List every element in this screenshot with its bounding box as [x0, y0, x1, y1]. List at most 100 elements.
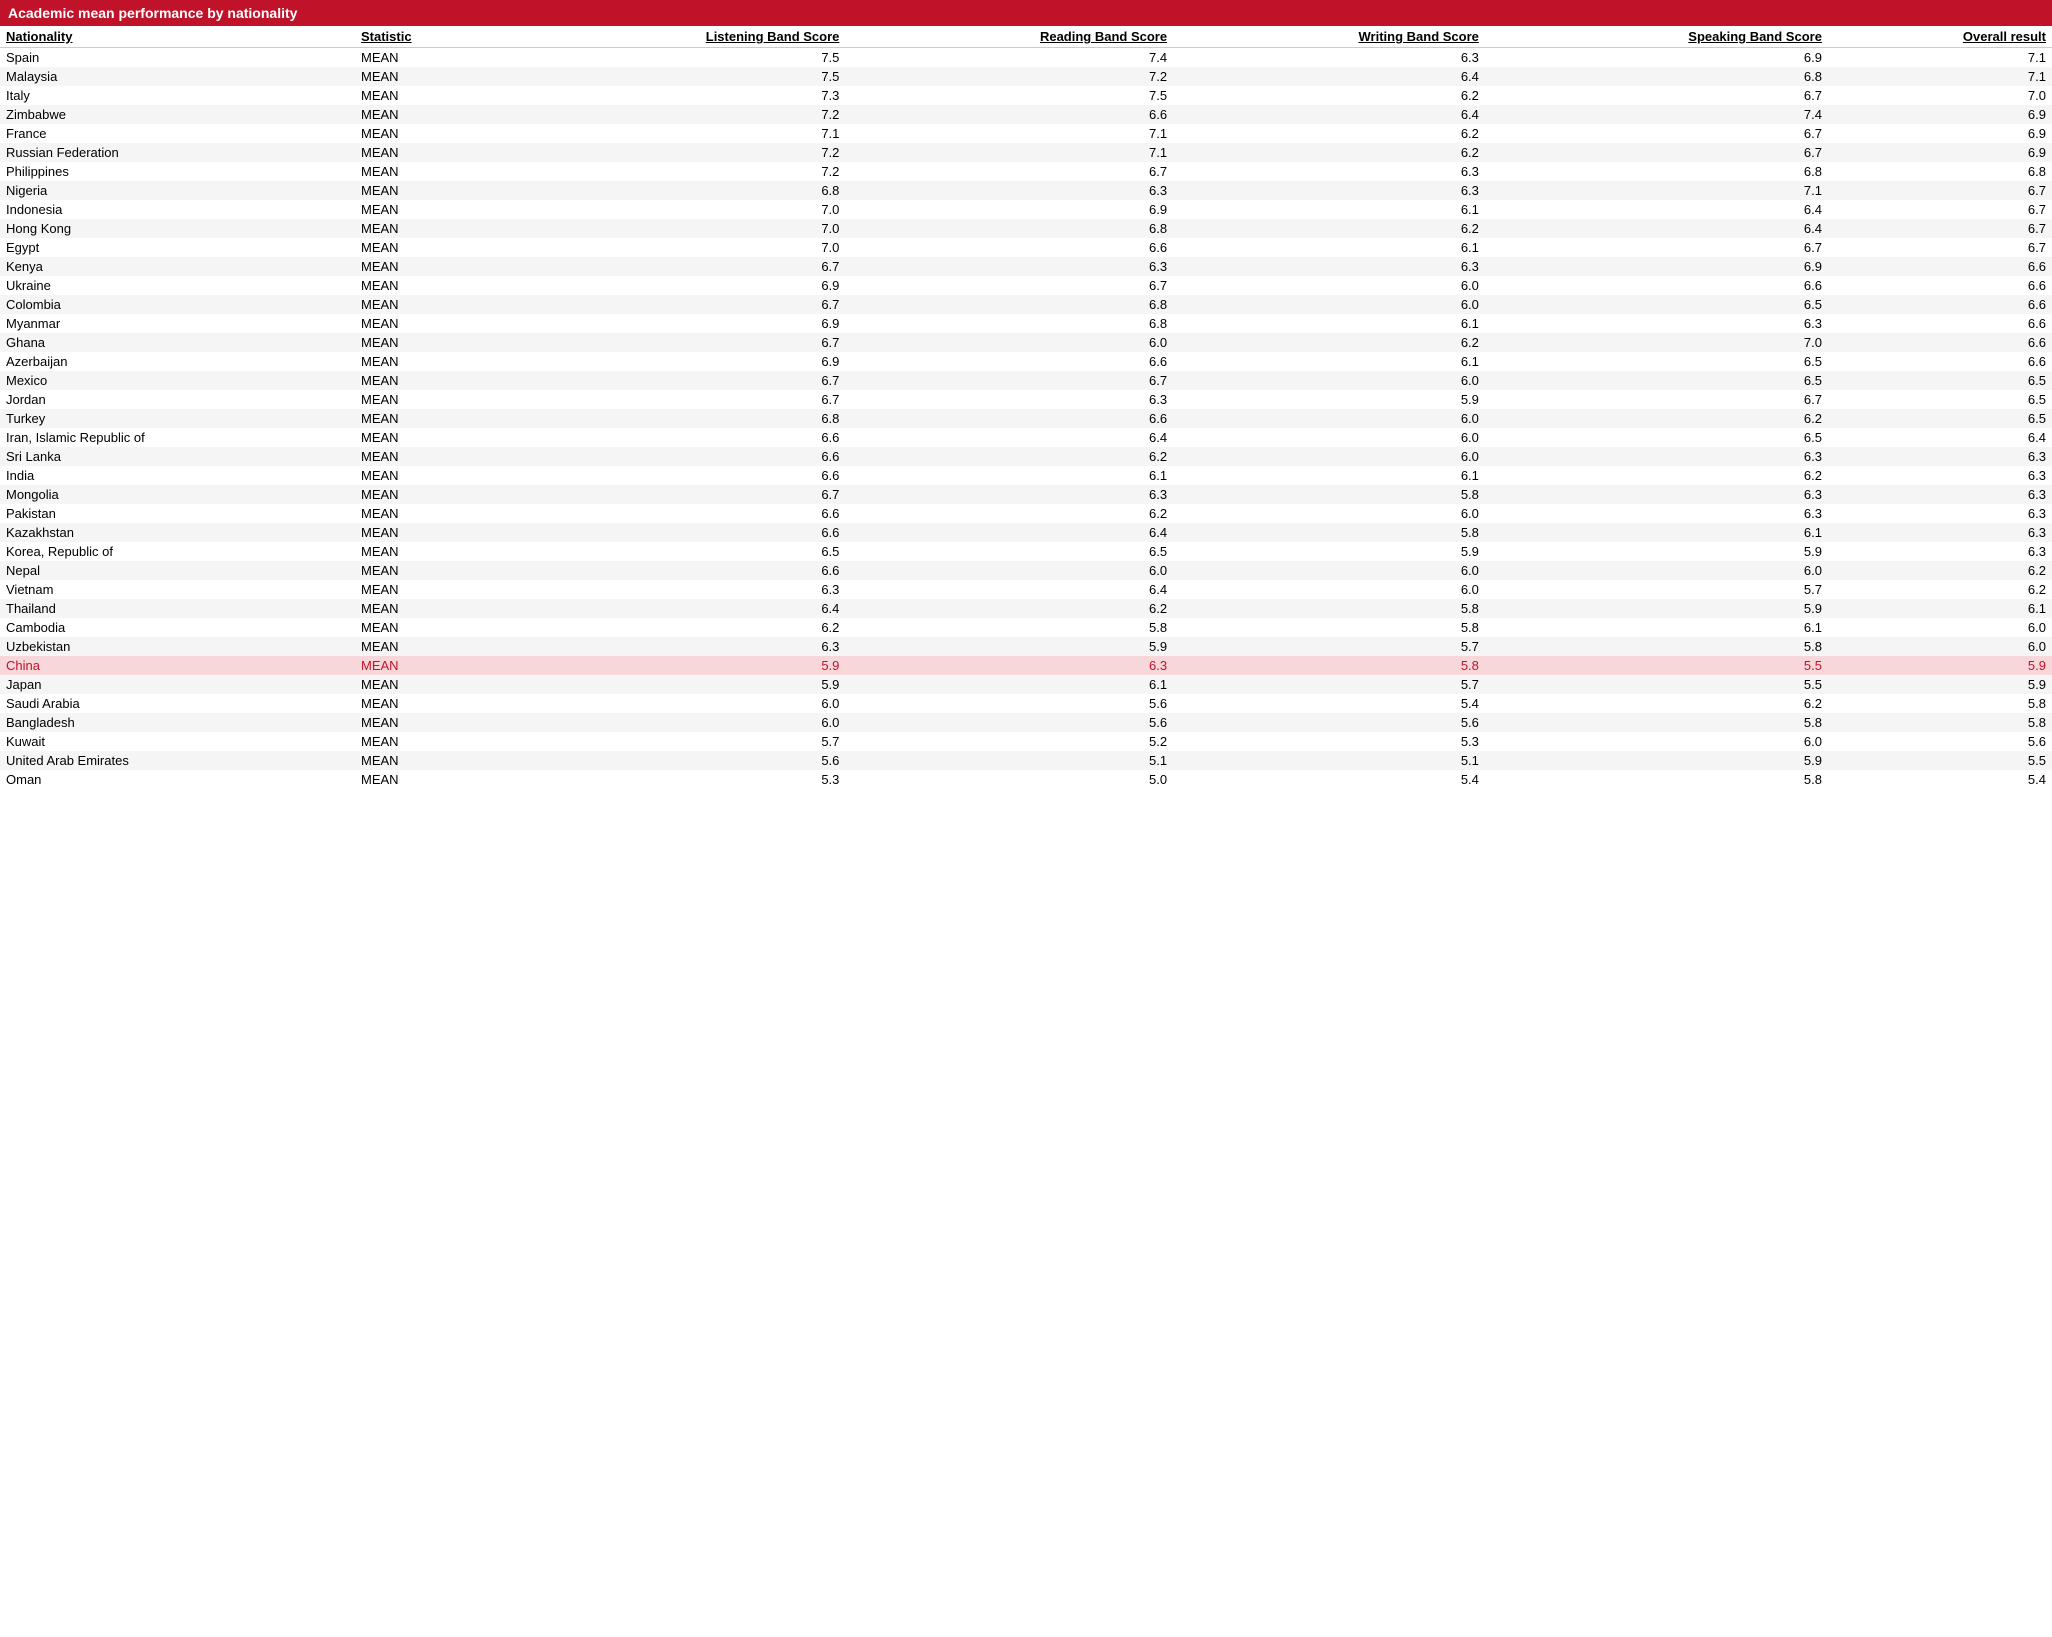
reading-cell: 5.0 [845, 770, 1173, 789]
listening-cell: 7.1 [502, 124, 845, 143]
listening-cell: 5.7 [502, 732, 845, 751]
overall-cell: 6.3 [1828, 447, 2052, 466]
listening-cell: 7.5 [502, 48, 845, 68]
nationality-cell: Zimbabwe [0, 105, 355, 124]
nationality-cell: Myanmar [0, 314, 355, 333]
speaking-cell: 6.7 [1485, 86, 1828, 105]
table-row: NepalMEAN6.66.06.06.06.2 [0, 561, 2052, 580]
statistic-cell: MEAN [355, 675, 502, 694]
writing-cell: 6.1 [1173, 352, 1485, 371]
listening-cell: 7.2 [502, 162, 845, 181]
nationality-cell: Jordan [0, 390, 355, 409]
speaking-cell: 7.0 [1485, 333, 1828, 352]
speaking-cell: 6.2 [1485, 466, 1828, 485]
table-row: Hong KongMEAN7.06.86.26.46.7 [0, 219, 2052, 238]
reading-cell: 5.6 [845, 713, 1173, 732]
nationality-cell: Ukraine [0, 276, 355, 295]
statistic-cell: MEAN [355, 86, 502, 105]
reading-cell: 5.6 [845, 694, 1173, 713]
overall-cell: 6.3 [1828, 485, 2052, 504]
overall-cell: 6.0 [1828, 637, 2052, 656]
table-row: ZimbabweMEAN7.26.66.47.46.9 [0, 105, 2052, 124]
statistic-cell: MEAN [355, 523, 502, 542]
statistic-cell: MEAN [355, 618, 502, 637]
speaking-cell: 5.7 [1485, 580, 1828, 599]
table-row: Sri LankaMEAN6.66.26.06.36.3 [0, 447, 2052, 466]
statistic-cell: MEAN [355, 143, 502, 162]
table-row: MexicoMEAN6.76.76.06.56.5 [0, 371, 2052, 390]
overall-cell: 6.6 [1828, 295, 2052, 314]
listening-cell: 6.7 [502, 295, 845, 314]
overall-cell: 6.6 [1828, 314, 2052, 333]
statistic-cell: MEAN [355, 181, 502, 200]
overall-cell: 6.7 [1828, 200, 2052, 219]
listening-cell: 6.7 [502, 485, 845, 504]
listening-cell: 6.0 [502, 694, 845, 713]
speaking-cell: 6.1 [1485, 523, 1828, 542]
overall-cell: 6.3 [1828, 542, 2052, 561]
table-row: IndonesiaMEAN7.06.96.16.46.7 [0, 200, 2052, 219]
speaking-cell: 6.3 [1485, 314, 1828, 333]
nationality-cell: Oman [0, 770, 355, 789]
listening-cell: 6.6 [502, 523, 845, 542]
reading-cell: 6.0 [845, 333, 1173, 352]
writing-cell: 6.0 [1173, 428, 1485, 447]
writing-cell: 6.3 [1173, 181, 1485, 200]
listening-cell: 6.8 [502, 409, 845, 428]
nationality-cell: Kuwait [0, 732, 355, 751]
table-row: MalaysiaMEAN7.57.26.46.87.1 [0, 67, 2052, 86]
overall-cell: 6.6 [1828, 352, 2052, 371]
statistic-cell: MEAN [355, 428, 502, 447]
speaking-cell: 6.4 [1485, 219, 1828, 238]
table-row: UkraineMEAN6.96.76.06.66.6 [0, 276, 2052, 295]
writing-cell: 6.0 [1173, 580, 1485, 599]
overall-cell: 7.1 [1828, 48, 2052, 68]
listening-cell: 7.3 [502, 86, 845, 105]
reading-cell: 6.3 [845, 390, 1173, 409]
overall-cell: 6.7 [1828, 219, 2052, 238]
table-row: ItalyMEAN7.37.56.26.77.0 [0, 86, 2052, 105]
table-body: SpainMEAN7.57.46.36.97.1MalaysiaMEAN7.57… [0, 48, 2052, 790]
table-row: PhilippinesMEAN7.26.76.36.86.8 [0, 162, 2052, 181]
writing-cell: 5.8 [1173, 485, 1485, 504]
reading-cell: 5.9 [845, 637, 1173, 656]
nationality-cell: Italy [0, 86, 355, 105]
writing-cell: 6.0 [1173, 276, 1485, 295]
reading-cell: 6.2 [845, 599, 1173, 618]
listening-cell: 6.7 [502, 371, 845, 390]
reading-cell: 6.4 [845, 523, 1173, 542]
speaking-cell: 6.3 [1485, 447, 1828, 466]
reading-cell: 6.7 [845, 371, 1173, 390]
reading-cell: 7.2 [845, 67, 1173, 86]
writing-cell: 5.8 [1173, 599, 1485, 618]
report-title: Academic mean performance by nationality [0, 0, 2052, 26]
reading-cell: 6.2 [845, 447, 1173, 466]
writing-cell: 6.0 [1173, 409, 1485, 428]
listening-cell: 6.6 [502, 504, 845, 523]
table-row: United Arab EmiratesMEAN5.65.15.15.95.5 [0, 751, 2052, 770]
reading-cell: 6.6 [845, 352, 1173, 371]
listening-cell: 5.6 [502, 751, 845, 770]
statistic-cell: MEAN [355, 466, 502, 485]
reading-cell: 5.1 [845, 751, 1173, 770]
writing-cell: 5.4 [1173, 694, 1485, 713]
overall-cell: 5.8 [1828, 694, 2052, 713]
reading-cell: 6.6 [845, 238, 1173, 257]
reading-cell: 6.4 [845, 580, 1173, 599]
table-row: JapanMEAN5.96.15.75.55.9 [0, 675, 2052, 694]
reading-cell: 6.0 [845, 561, 1173, 580]
table-row: MyanmarMEAN6.96.86.16.36.6 [0, 314, 2052, 333]
listening-cell: 6.2 [502, 618, 845, 637]
col-header-listening: Listening Band Score [502, 26, 845, 48]
table-row: CambodiaMEAN6.25.85.86.16.0 [0, 618, 2052, 637]
table-row: IndiaMEAN6.66.16.16.26.3 [0, 466, 2052, 485]
speaking-cell: 6.8 [1485, 67, 1828, 86]
listening-cell: 6.6 [502, 447, 845, 466]
writing-cell: 6.4 [1173, 67, 1485, 86]
writing-cell: 5.8 [1173, 656, 1485, 675]
listening-cell: 6.7 [502, 257, 845, 276]
reading-cell: 6.6 [845, 105, 1173, 124]
statistic-cell: MEAN [355, 694, 502, 713]
writing-cell: 6.0 [1173, 447, 1485, 466]
nationality-cell: Nepal [0, 561, 355, 580]
